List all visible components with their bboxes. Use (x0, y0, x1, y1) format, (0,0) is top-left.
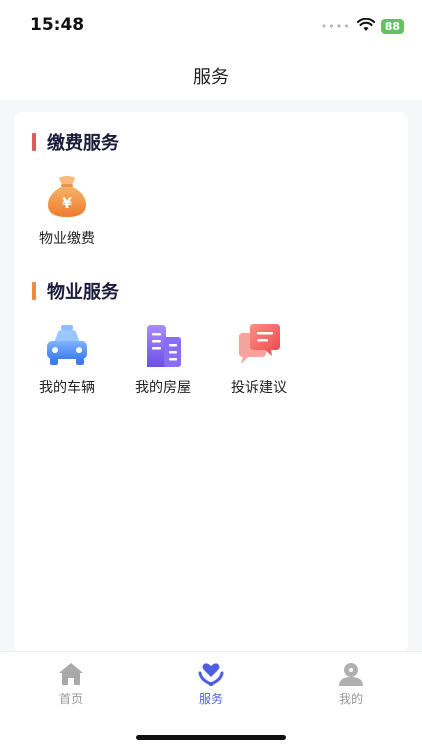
tab-profile[interactable]: 我的 (311, 661, 391, 707)
my-vehicle-tile[interactable]: 我的车辆 (27, 323, 107, 397)
tab-services[interactable]: 服务 (171, 661, 251, 707)
user-icon (338, 661, 364, 687)
property-section-title: 物业服务 (47, 282, 119, 303)
tile-label: 我的房屋 (135, 380, 191, 396)
tab-home[interactable]: 首页 (31, 661, 111, 707)
payment-section-title: 缴费服务 (47, 133, 119, 154)
page-title: 服务 (193, 67, 229, 88)
home-icon (58, 661, 84, 687)
my-house-tile[interactable]: 我的房屋 (123, 323, 203, 397)
property-section-header: 物业服务 (32, 278, 119, 304)
payment-section-header: 缴费服务 (32, 129, 119, 155)
building-icon (140, 323, 186, 369)
section-accent-bar (32, 282, 36, 300)
status-indicators: •••• 88 (321, 17, 404, 35)
cellular-dots-icon: •••• (320, 19, 351, 33)
car-icon (44, 323, 90, 369)
battery-indicator: 88 (380, 18, 404, 34)
svg-text:¥: ¥ (62, 196, 72, 212)
home-indicator[interactable] (136, 735, 286, 740)
chat-bubble-icon (236, 323, 282, 369)
tile-label: 我的车辆 (39, 380, 95, 396)
heart-hands-icon (198, 661, 224, 687)
status-time: 15:48 (30, 15, 85, 35)
complaint-suggestion-tile[interactable]: 投诉建议 (219, 323, 299, 397)
tab-label: 服务 (198, 692, 223, 706)
services-card: 缴费服务 ¥ 物业缴费 物业服务 我的车辆 我的房屋 投诉建议 (14, 112, 408, 652)
property-fee-payment-tile[interactable]: ¥ 物业缴费 (27, 174, 107, 248)
tile-label: 物业缴费 (39, 231, 95, 247)
tab-label: 首页 (58, 692, 83, 706)
money-bag-icon: ¥ (44, 174, 90, 220)
tile-label: 投诉建议 (231, 380, 287, 396)
tab-label: 我的 (338, 692, 363, 706)
navigation-bar: 服务 (0, 50, 422, 100)
section-accent-bar (32, 133, 36, 151)
wifi-icon (356, 17, 375, 36)
status-bar: 15:48 •••• 88 (0, 0, 422, 50)
